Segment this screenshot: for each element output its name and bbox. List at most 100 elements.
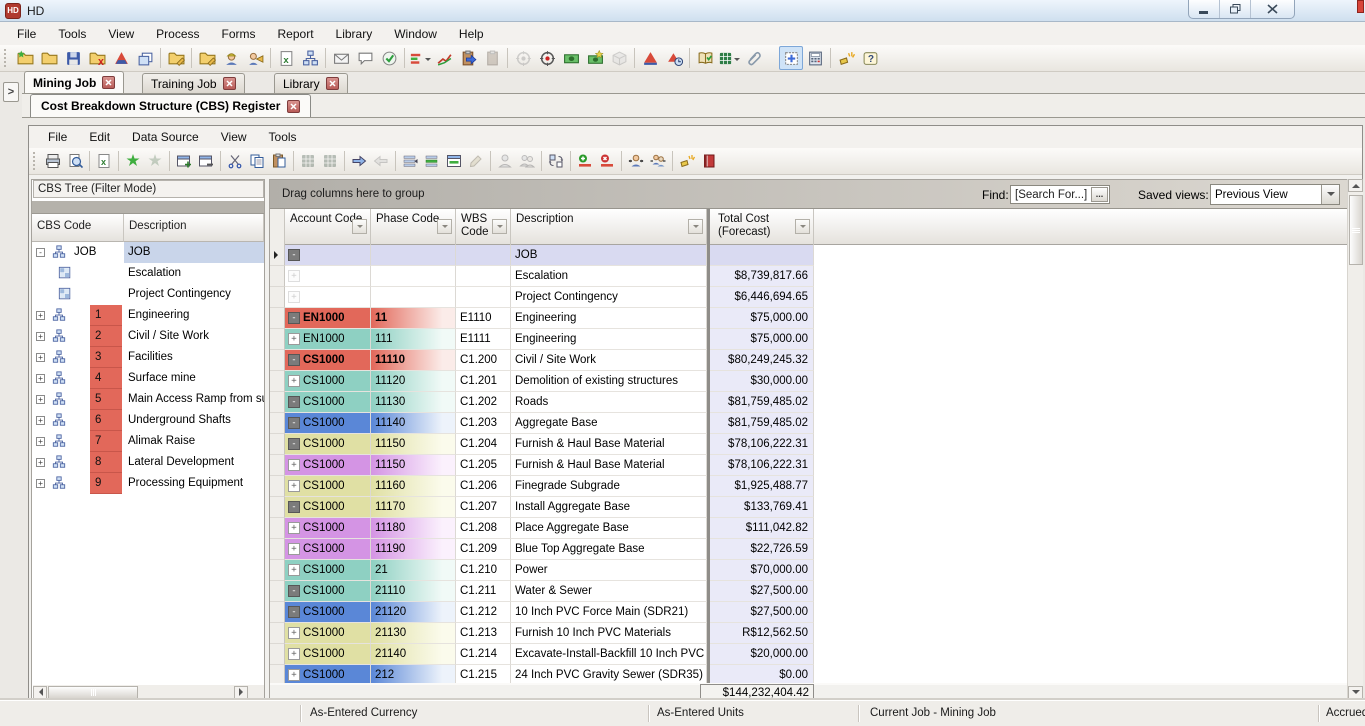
grid-row[interactable]: -CS100011110C1.200Civil / Site Work$80,2… — [270, 350, 1348, 371]
cell-phase-code[interactable]: 11120 — [371, 371, 456, 392]
row-selector[interactable] — [270, 539, 285, 560]
column-header-account-code[interactable]: Account Code — [285, 209, 371, 245]
row-selector[interactable] — [270, 245, 285, 266]
find-more-button[interactable]: ... — [1091, 187, 1108, 202]
tree-row[interactable]: +3Facilities — [32, 347, 264, 368]
cell-total-cost[interactable]: $30,000.00 — [710, 371, 814, 392]
cell-wbs-code[interactable]: C1.211 — [456, 581, 511, 602]
cell-phase-code[interactable]: 21110 — [371, 581, 456, 602]
swap-items-icon[interactable] — [545, 150, 567, 172]
row-selector[interactable] — [270, 497, 285, 518]
cell-phase-code[interactable]: 212 — [371, 665, 456, 683]
menu-tools[interactable]: Tools — [47, 24, 97, 44]
export-to-excel-icon[interactable]: x — [93, 150, 115, 172]
row-selector[interactable] — [270, 350, 285, 371]
cell-total-cost[interactable]: $27,500.00 — [710, 581, 814, 602]
cell-total-cost[interactable]: $133,769.41 — [710, 497, 814, 518]
cell-total-cost[interactable]: $27,500.00 — [710, 602, 814, 623]
help-icon[interactable]: ? — [858, 46, 882, 70]
menu-help[interactable]: Help — [448, 24, 495, 44]
clipboard-icon[interactable] — [480, 46, 504, 70]
scroll-left-icon[interactable] — [33, 686, 47, 699]
cell-total-cost[interactable]: $81,759,485.02 — [710, 413, 814, 434]
cell-phase-code[interactable]: 11130 — [371, 392, 456, 413]
cell-description[interactable]: Project Contingency — [511, 287, 707, 308]
cell-phase-code[interactable] — [371, 245, 456, 266]
cell-description[interactable]: Engineering — [511, 308, 707, 329]
grid-row[interactable]: -CS100011170C1.207Install Aggregate Base… — [270, 497, 1348, 518]
cell-account-code[interactable]: -CS1000 — [285, 350, 371, 371]
cell-account-code[interactable]: -CS1000 — [285, 392, 371, 413]
row-selector[interactable] — [270, 623, 285, 644]
menu-process[interactable]: Process — [145, 24, 210, 44]
cell-description[interactable]: 24 Inch PVC Gravity Sewer (SDR35) — [511, 665, 707, 683]
column-filter-icon[interactable] — [688, 219, 703, 234]
scroll-down-icon[interactable] — [1348, 686, 1363, 699]
expand-icon[interactable]: + — [36, 479, 45, 488]
trend-chart-icon[interactable] — [432, 46, 456, 70]
expand-icon[interactable]: + — [36, 332, 45, 341]
grid-row[interactable]: +Escalation$8,739,817.66 — [270, 266, 1348, 287]
save-icon[interactable] — [61, 46, 85, 70]
grid-row[interactable]: +CS100011120C1.201Demolition of existing… — [270, 371, 1348, 392]
column-header-wbs-code[interactable]: WBS Code — [456, 209, 511, 245]
group-by-band[interactable]: Drag columns here to group Find: [Search… — [270, 180, 1348, 209]
close-tab-icon[interactable] — [326, 77, 339, 90]
grid-row[interactable]: -EN100011E1110Engineering$75,000.00 — [270, 308, 1348, 329]
column-filter-icon[interactable] — [795, 219, 810, 234]
cell-wbs-code[interactable]: C1.212 — [456, 602, 511, 623]
highlight-icon[interactable] — [676, 150, 698, 172]
send-mail-icon[interactable] — [329, 46, 353, 70]
cell-wbs-code[interactable]: C1.213 — [456, 623, 511, 644]
cell-wbs-code[interactable]: E1111 — [456, 329, 511, 350]
open-estimate-icon[interactable] — [164, 46, 188, 70]
insert-window-icon[interactable] — [173, 150, 195, 172]
cell-total-cost[interactable]: $75,000.00 — [710, 308, 814, 329]
cell-account-code[interactable]: +CS1000 — [285, 518, 371, 539]
scroll-right-icon[interactable] — [234, 686, 248, 699]
cell-description[interactable]: Escalation — [511, 266, 707, 287]
cell-phase-code[interactable] — [371, 287, 456, 308]
tree-row[interactable]: -JOBJOB — [32, 242, 264, 263]
cost-pyramid-icon[interactable] — [638, 46, 662, 70]
cell-phase-code[interactable]: 11170 — [371, 497, 456, 518]
expand-icon[interactable]: + — [288, 480, 300, 492]
approve-icon[interactable] — [377, 46, 401, 70]
print-icon[interactable] — [42, 150, 64, 172]
cell-total-cost[interactable]: $111,042.82 — [710, 518, 814, 539]
cell-description[interactable]: Finegrade Subgrade — [511, 476, 707, 497]
tree-header-cbs-code[interactable]: CBS Code — [32, 214, 124, 242]
cell-wbs-code[interactable]: C1.200 — [456, 350, 511, 371]
cash-flow-icon[interactable] — [559, 46, 583, 70]
cell-total-cost[interactable]: $1,925,488.77 — [710, 476, 814, 497]
column-header-description[interactable]: Description — [511, 209, 707, 245]
expand-icon[interactable]: + — [36, 458, 45, 467]
cell-description[interactable]: Furnish 10 Inch PVC Materials — [511, 623, 707, 644]
open-job-icon[interactable] — [13, 46, 37, 70]
chevron-down-icon[interactable] — [1321, 185, 1339, 204]
cell-total-cost[interactable]: $70,000.00 — [710, 560, 814, 581]
cell-wbs-code[interactable] — [456, 287, 511, 308]
cell-description[interactable]: Excavate-Install-Backfill 10 Inch PVC — [511, 644, 707, 665]
cell-description[interactable]: Demolition of existing structures — [511, 371, 707, 392]
cell-phase-code[interactable]: 21130 — [371, 623, 456, 644]
cascade-windows-icon[interactable] — [133, 46, 157, 70]
tree-row[interactable]: +9Processing Equipment — [32, 473, 264, 494]
row-selector[interactable] — [270, 644, 285, 665]
grid-row[interactable]: -CS100011140C1.203Aggregate Base$81,759,… — [270, 413, 1348, 434]
cell-wbs-code[interactable]: C1.210 — [456, 560, 511, 581]
frozen-column-divider[interactable] — [707, 209, 710, 245]
target-inactive-icon[interactable] — [511, 46, 535, 70]
expand-icon[interactable]: + — [36, 374, 45, 383]
cell-total-cost[interactable]: R$12,562.50 — [710, 623, 814, 644]
cell-phase-code[interactable]: 11 — [371, 308, 456, 329]
cell-phase-code[interactable] — [371, 266, 456, 287]
tab-training-job[interactable]: Training Job — [142, 73, 245, 93]
excel-update-icon[interactable] — [319, 150, 341, 172]
cell-total-cost[interactable]: $6,446,694.65 — [710, 287, 814, 308]
delete-item-icon[interactable] — [144, 150, 166, 172]
scrollbar-thumb[interactable] — [48, 686, 138, 699]
expand-icon[interactable]: + — [288, 333, 300, 345]
cell-account-code[interactable]: + — [285, 266, 371, 287]
expand-icon[interactable]: + — [288, 627, 300, 639]
